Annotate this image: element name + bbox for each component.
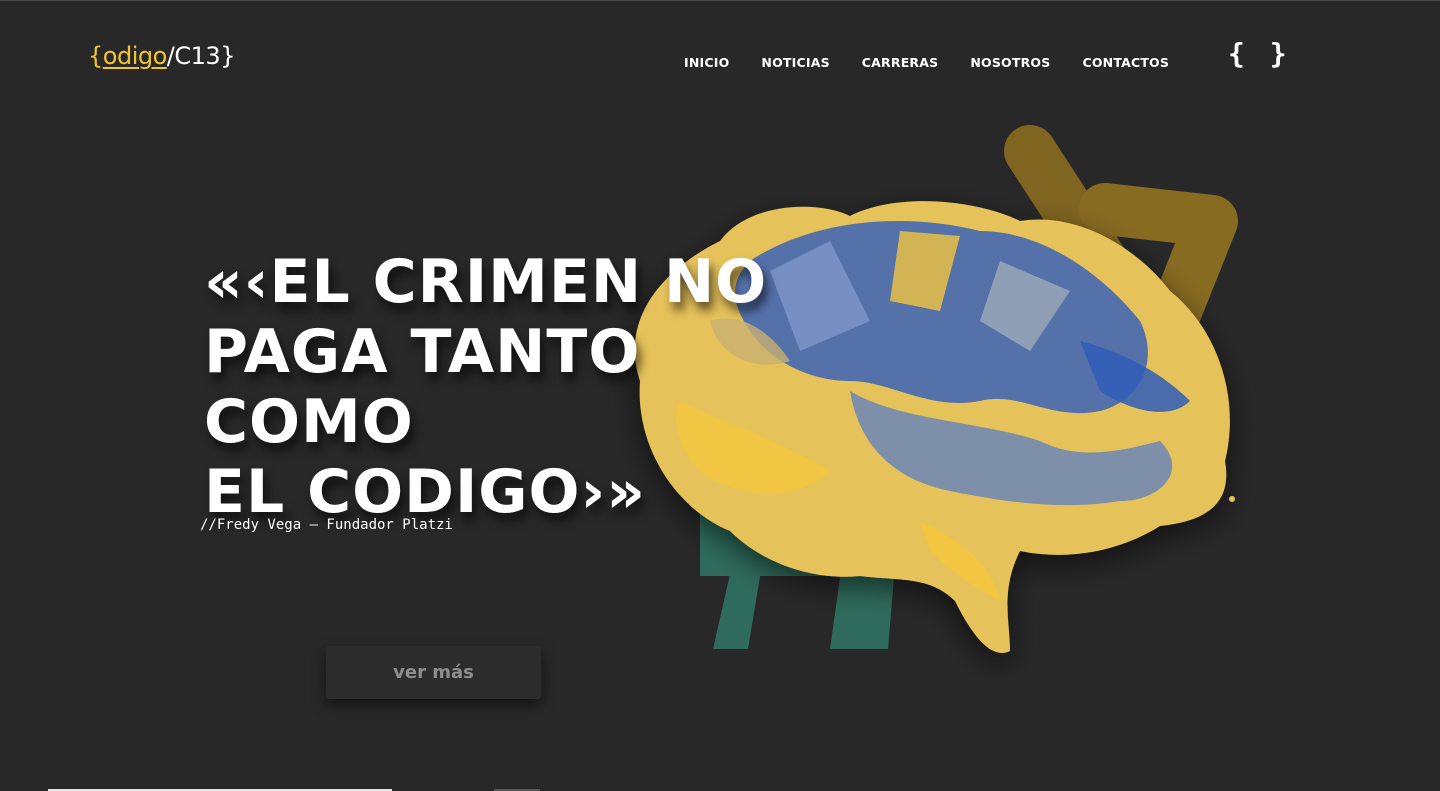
logo-word: odigo <box>102 42 168 70</box>
ver-mas-button[interactable]: ver más <box>326 646 541 699</box>
hero-headline: «‹EL CRIMEN NO PAGA TANTO COMO EL CODIGO… <box>204 247 768 527</box>
curly-braces-icon[interactable]: { } <box>1228 37 1291 70</box>
nav-inicio[interactable]: INICIO <box>684 55 729 70</box>
nav-carreras[interactable]: CARRERAS <box>862 55 939 70</box>
quote-author: //Fredy Vega — Fundador Platzi <box>200 517 453 533</box>
logo-slash-part: /C13 <box>166 42 221 70</box>
logo-close-brace: } <box>220 42 235 70</box>
page: {odigo/C13} INICIO NOTICIAS CARRERAS NOS… <box>0 0 1440 791</box>
main-nav: INICIO NOTICIAS CARRERAS NOSOTROS CONTAC… <box>684 55 1169 70</box>
nav-nosotros[interactable]: NOSOTROS <box>970 55 1050 70</box>
nav-noticias[interactable]: NOTICIAS <box>761 55 829 70</box>
logo[interactable]: {odigo/C13} <box>88 39 235 73</box>
nav-contactos[interactable]: CONTACTOS <box>1082 55 1169 70</box>
logo-open-brace: { <box>88 42 103 70</box>
